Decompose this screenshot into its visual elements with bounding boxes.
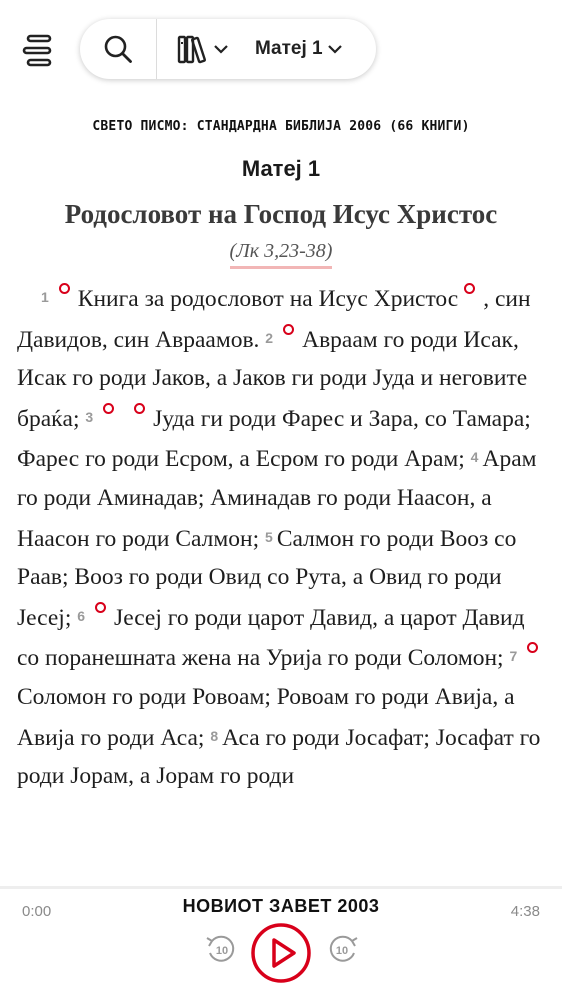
section-heading: Родословот на Господ Исус Христос <box>64 199 498 229</box>
verse-number[interactable]: 7 <box>509 648 517 664</box>
verse-number[interactable]: 5 <box>265 529 273 545</box>
play-button[interactable] <box>250 922 312 984</box>
forward-10-icon: 10 <box>329 935 358 962</box>
audio-player: 0:00 НОВИОТ ЗАВЕТ 2003 4:38 10 10 <box>0 886 562 1000</box>
reader-toolbar: Матеј 1 <box>80 19 376 79</box>
verse-number[interactable]: 3 <box>85 409 93 425</box>
skip-back-label: 10 <box>216 945 228 957</box>
verse-number[interactable]: 1 <box>41 289 49 305</box>
skip-back-button[interactable]: 10 <box>204 932 238 966</box>
skip-forward-button[interactable]: 10 <box>326 932 360 966</box>
total-time: 4:38 <box>510 903 540 920</box>
footnote-marker[interactable] <box>464 283 476 294</box>
library-icon <box>177 35 207 64</box>
cross-reference-link[interactable]: (Лк 3,23-38) <box>229 240 333 269</box>
chapter-selector-label: Матеј 1 <box>255 38 323 59</box>
chevron-down-icon <box>327 45 342 54</box>
verse-text: Јесеј го роди царот Давид, а царот Давид… <box>17 604 525 672</box>
chapter-passage: 1 Книга за родословот на Исус Христос, си… <box>17 278 549 796</box>
footnote-marker[interactable] <box>58 283 70 294</box>
menu-icon <box>22 34 52 67</box>
cross-reference-container: (Лк 3,23-38) <box>0 240 562 269</box>
verse-text: Книга за родословот на Исус Христос <box>77 286 459 312</box>
verse-number[interactable]: 2 <box>265 330 273 346</box>
search-button[interactable] <box>80 19 157 79</box>
rewind-10-icon: 10 <box>206 935 235 962</box>
skip-forward-label: 10 <box>336 945 348 957</box>
chapter-title: Матеј 1 <box>241 156 321 181</box>
footnote-marker[interactable] <box>527 642 539 654</box>
verse-number[interactable]: 8 <box>210 728 218 744</box>
audio-progress-bar[interactable] <box>0 886 562 889</box>
chevron-down-icon <box>214 45 228 54</box>
verse-number[interactable]: 6 <box>77 608 85 624</box>
version-selector[interactable] <box>177 33 229 65</box>
footnote-marker[interactable] <box>134 402 146 414</box>
footnote-marker[interactable] <box>95 601 107 613</box>
verse-number[interactable]: 4 <box>471 449 479 465</box>
audio-title: НОВИОТ ЗАВЕТ 2003 <box>182 896 380 916</box>
verse-text: Јуда ги роди Фарес и Зара, со Тамара; Фа… <box>17 405 531 473</box>
menu-button[interactable] <box>22 33 58 69</box>
footnote-marker[interactable] <box>103 402 115 414</box>
search-icon <box>104 35 132 63</box>
chapter-selector[interactable]: Матеј 1 <box>255 38 343 60</box>
footnote-marker[interactable] <box>283 323 295 335</box>
play-icon <box>251 923 311 983</box>
bible-version-title: СВЕТО ПИСМО: СТАНДАРДНА БИБЛИЈА 2006 (66… <box>92 119 470 134</box>
